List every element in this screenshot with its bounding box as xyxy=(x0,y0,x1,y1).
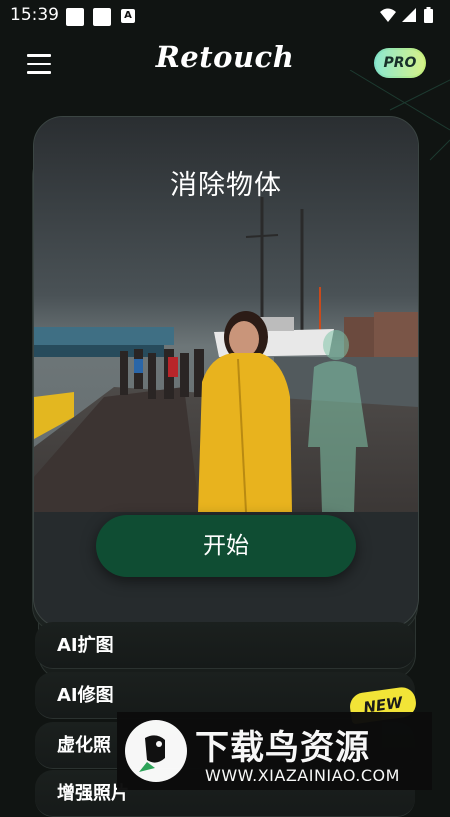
pro-button[interactable]: PRO xyxy=(374,48,426,78)
watermark-overlay: 下载鸟资源 WWW.XIAZAINIAO.COM xyxy=(117,712,432,790)
bird-logo-icon xyxy=(125,720,187,782)
feature-label: AI扩图 xyxy=(57,635,114,656)
feature-label: AI修图 xyxy=(57,685,114,706)
watermark-title: 下载鸟资源 xyxy=(195,728,370,768)
status-time: 15:39 xyxy=(10,5,59,25)
signal-icon xyxy=(402,8,416,22)
notification-a-icon: A xyxy=(121,9,135,23)
notification-square-icon xyxy=(93,8,111,26)
system-status-icons xyxy=(380,7,433,23)
wifi-icon xyxy=(380,8,396,22)
notification-square-icon xyxy=(66,8,84,26)
pro-label: PRO xyxy=(376,50,424,76)
status-bar: 15:39 A xyxy=(0,0,450,32)
remove-object-card[interactable]: 消除物体 开始 xyxy=(33,116,419,628)
start-button[interactable]: 开始 xyxy=(96,515,356,577)
watermark-url: WWW.XIAZAINIAO.COM xyxy=(205,766,400,785)
card-title: 消除物体 xyxy=(170,170,282,201)
feature-item-ai-expand[interactable]: AI扩图 xyxy=(35,622,415,669)
battery-icon xyxy=(424,7,433,23)
feature-label: 虚化照 xyxy=(57,735,111,756)
